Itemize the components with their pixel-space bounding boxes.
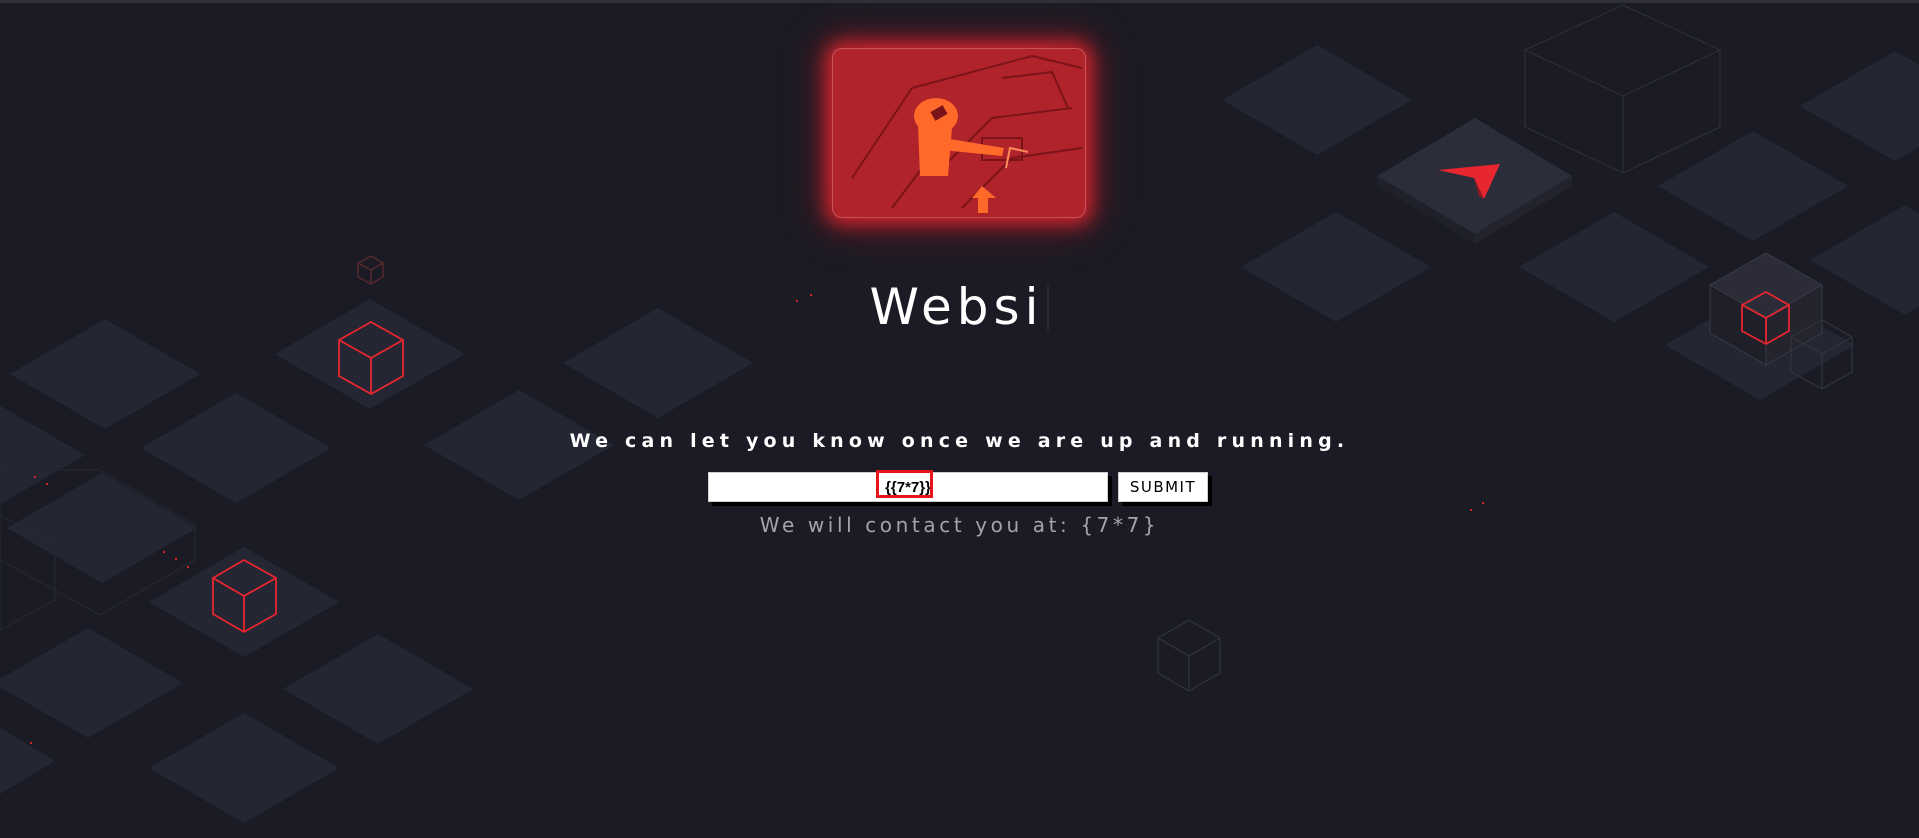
hero-illustration xyxy=(832,48,1086,218)
submit-button[interactable]: SUBMIT xyxy=(1118,472,1208,502)
bg-tile xyxy=(1800,51,1919,161)
signup-form: SUBMIT xyxy=(708,470,1208,504)
bg-tile xyxy=(1222,45,1412,155)
tagline: We can let you know once we are up and r… xyxy=(569,430,1350,452)
typing-cursor xyxy=(1047,286,1050,330)
page-title: Websi xyxy=(0,278,1919,336)
dark-cube-lower-center xyxy=(1157,619,1221,692)
bg-tile xyxy=(283,634,473,744)
email-input[interactable] xyxy=(708,472,1108,502)
logo-platform-tile xyxy=(1377,118,1572,244)
contact-confirmation: We will contact you at: {7*7} xyxy=(759,513,1160,537)
bg-tile xyxy=(1658,131,1848,241)
bg-tile xyxy=(149,713,339,823)
astronaut-pointing-illustration xyxy=(832,48,1086,218)
bg-tile xyxy=(0,728,55,794)
bg-tile xyxy=(0,628,183,738)
page-title-text: Websi xyxy=(869,278,1044,336)
